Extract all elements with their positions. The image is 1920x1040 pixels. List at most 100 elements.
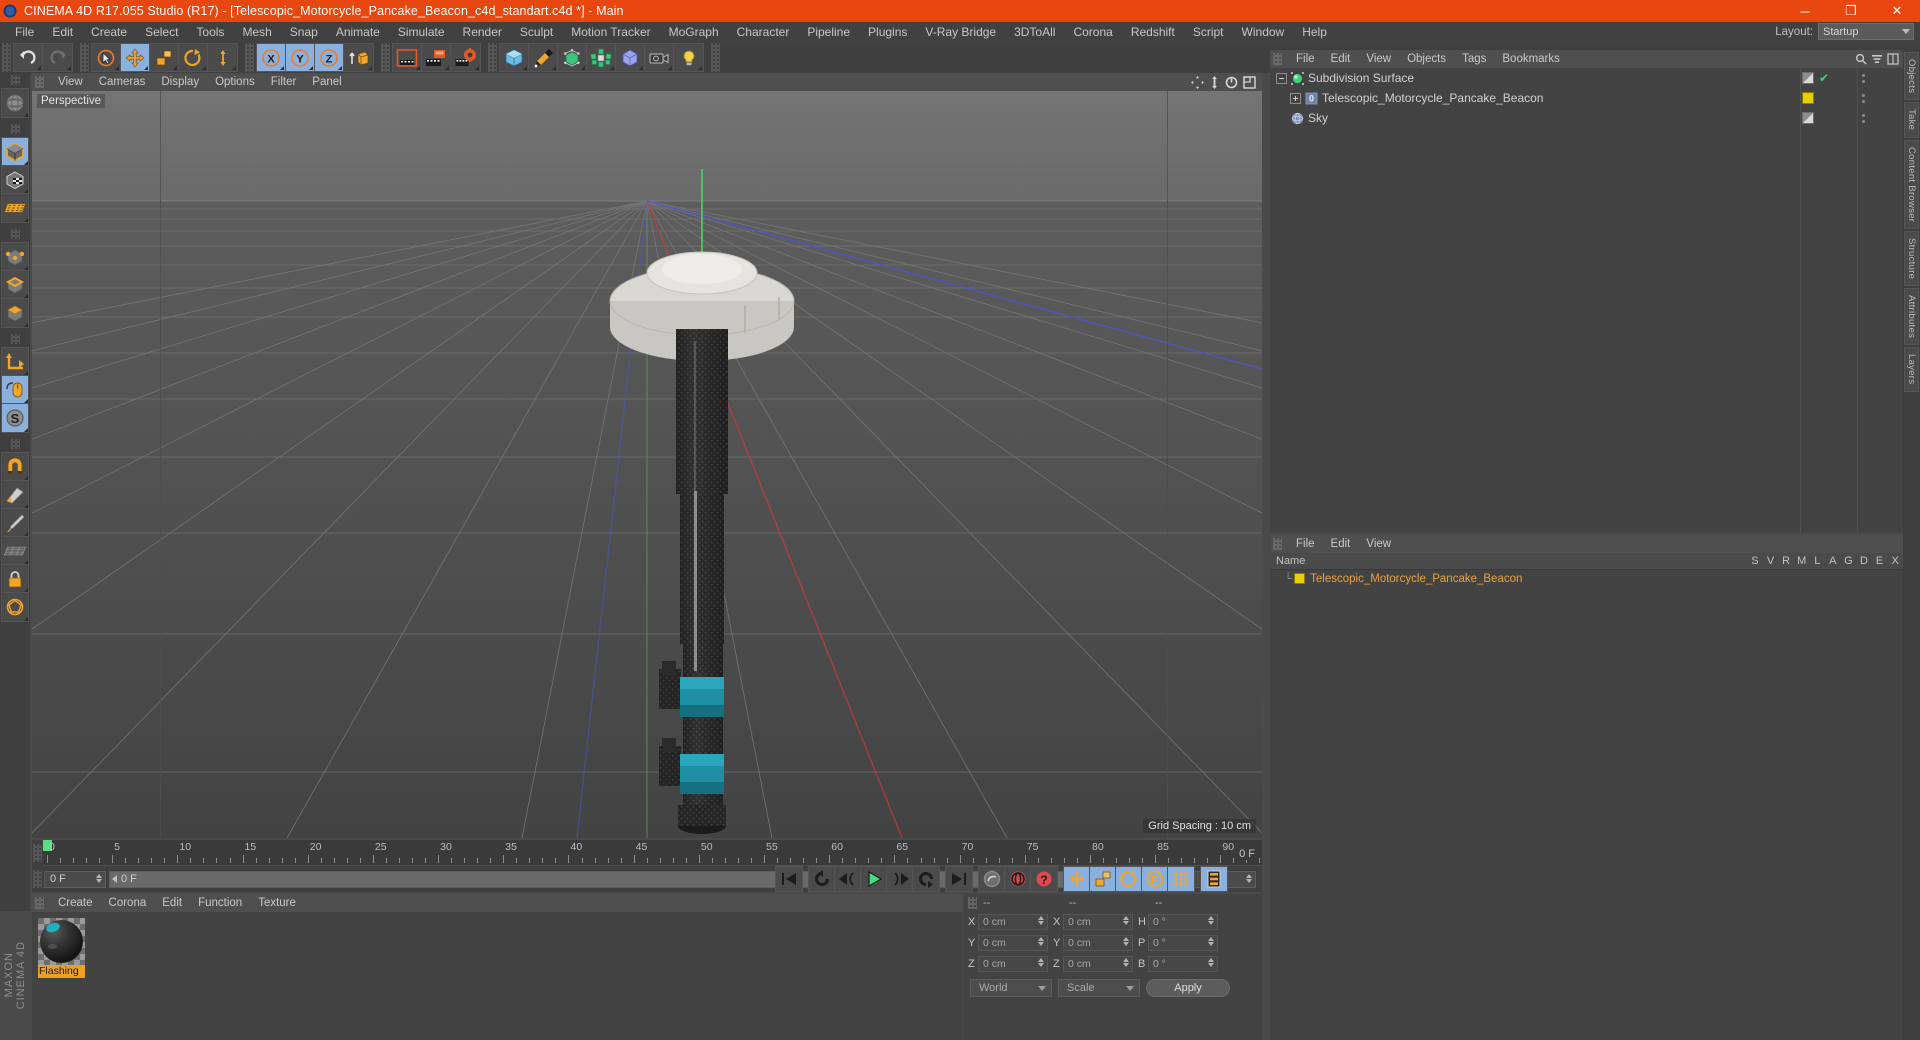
rotation-h-field[interactable]: 0 ° [1148,913,1218,930]
object-menu-file[interactable]: File [1288,50,1323,68]
toolbar-grip-icon[interactable] [488,43,497,72]
goto-start-icon[interactable] [776,867,802,891]
material-menu-corona[interactable]: Corona [101,894,155,912]
scale-key-icon[interactable] [1090,867,1116,891]
viewport-menu-options[interactable]: Options [207,73,263,91]
menu-item-animate[interactable]: Animate [327,22,389,42]
generator-nurbs-icon[interactable] [558,44,587,71]
lock-icon[interactable] [2,565,28,593]
render-view-icon[interactable] [393,44,422,71]
viewport-menu-filter[interactable]: Filter [263,73,305,91]
object-row[interactable]: Subdivision Surface ✔ [1270,68,1903,88]
viewport-3d[interactable]: Y Z X Perspective Grid Spacing : 10 cm [32,91,1262,838]
menu-item-character[interactable]: Character [728,22,799,42]
menu-item-motion-tracker[interactable]: Motion Tracker [562,22,659,42]
left-toolbar-grip-icon[interactable] [10,75,20,85]
material-item[interactable]: Flashing [38,918,85,978]
toolbar-grip-icon[interactable] [711,43,720,72]
expand-expander-icon[interactable] [1290,92,1301,104]
viewport-splitter-left[interactable] [160,91,161,838]
menu-item-render[interactable]: Render [454,22,511,42]
menu-item-mograph[interactable]: MoGraph [660,22,728,42]
edge-mode-icon[interactable] [2,271,28,299]
position-y-field[interactable]: 0 cm [978,934,1048,951]
dock-tab-layers[interactable]: Layers [1904,347,1919,392]
material-list[interactable]: Flashing [32,912,962,1040]
snap-enable-icon[interactable]: S [2,404,28,432]
next-key-icon[interactable] [913,867,939,891]
coordinate-system-dropdown[interactable]: World [970,979,1052,997]
menu-item-pipeline[interactable]: Pipeline [798,22,859,42]
move-icon[interactable] [121,44,150,71]
menu-item-edit[interactable]: Edit [43,22,82,42]
workplane-mode-icon[interactable] [2,194,28,222]
layout-toggle-icon[interactable] [1887,53,1899,65]
light-icon[interactable] [674,44,703,71]
z-axis-icon[interactable]: Z [315,44,344,71]
attribute-menu-view[interactable]: View [1358,535,1399,553]
record-active-objects-icon[interactable] [979,867,1005,891]
viewport-menu-panel[interactable]: Panel [304,73,349,91]
attribute-column-v[interactable]: V [1763,555,1779,567]
menu-item-script[interactable]: Script [1184,22,1233,42]
range-start-arrow-icon[interactable] [112,875,117,883]
array-deformer-icon[interactable] [587,44,616,71]
move-alt-icon[interactable] [208,44,237,71]
left-toolbar-grip-icon[interactable] [10,229,20,239]
size-mode-dropdown[interactable]: Scale [1058,979,1140,997]
texture-mode-icon[interactable] [2,166,28,194]
object-row[interactable]: Sky [1270,108,1903,128]
rotation-key-icon[interactable] [1116,867,1142,891]
redo-icon[interactable] [43,44,72,71]
visibility-check-icon[interactable]: ✔ [1819,71,1829,85]
attribute-menu-edit[interactable]: Edit [1323,535,1359,553]
coordinate-grip-icon[interactable] [968,897,977,909]
attribute-rows[interactable]: └Telescopic_Motorcycle_Pancake_BeaconK [1270,570,1903,587]
attribute-column-a[interactable]: A [1825,555,1841,567]
object-row[interactable]: 0 Telescopic_Motorcycle_Pancake_Beacon [1270,88,1903,108]
filter-icon[interactable] [1871,53,1883,65]
menu-item-v-ray-bridge[interactable]: V-Ray Bridge [916,22,1005,42]
menu-item-plugins[interactable]: Plugins [859,22,916,42]
close-button[interactable]: ✕ [1874,0,1920,22]
material-menu-edit[interactable]: Edit [154,894,190,912]
orbit-icon[interactable] [1225,76,1238,89]
toolbar-grip-icon[interactable] [80,43,89,72]
object-menu-tags[interactable]: Tags [1454,50,1494,68]
attribute-menu-file[interactable]: File [1288,535,1323,553]
attribute-column-d[interactable]: D [1856,555,1872,567]
pan-icon[interactable] [1191,75,1204,89]
dolly-icon[interactable] [1209,75,1220,89]
ngon-icon[interactable] [2,593,28,621]
layout-dropdown[interactable]: Startup [1818,23,1914,40]
magnet-icon[interactable] [2,453,28,481]
y-axis-icon[interactable]: Y [286,44,315,71]
menu-item-mesh[interactable]: Mesh [233,22,280,42]
maximize-viewport-icon[interactable] [1243,75,1256,89]
timeline-ruler[interactable]: 0 5 10 15 20 25 30 35 40 45 50 55 60 65 70 75 80 85 90 0 F [43,840,1262,866]
size-y-field[interactable]: 0 cm [1063,934,1133,951]
menu-item-3dtoall[interactable]: 3DToAll [1005,22,1064,42]
object-menu-edit[interactable]: Edit [1323,50,1359,68]
goto-end-icon[interactable] [946,867,972,891]
render-settings-icon[interactable] [451,44,480,71]
camera-icon[interactable] [645,44,674,71]
step-forward-icon[interactable] [887,867,913,891]
material-grip-icon[interactable] [35,897,44,909]
scale-icon[interactable] [150,44,179,71]
dock-tab-objects[interactable]: Objects [1904,52,1919,101]
material-menu-function[interactable]: Function [190,894,250,912]
menu-item-redshift[interactable]: Redshift [1122,22,1184,42]
size-z-field[interactable]: 0 cm [1063,955,1133,972]
point-mode-icon[interactable] [2,243,28,271]
dock-tab-attributes[interactable]: Attributes [1904,288,1919,346]
minimize-button[interactable]: ─ [1782,0,1828,22]
rotate-icon[interactable] [179,44,208,71]
object-manager-grip-icon[interactable] [1273,53,1282,65]
attribute-column-m[interactable]: M [1794,555,1810,567]
attribute-row[interactable]: └Telescopic_Motorcycle_Pancake_BeaconK [1270,570,1903,587]
render-picture-viewer-icon[interactable] [422,44,451,71]
toolbar-grip-icon[interactable] [2,43,11,72]
attribute-column-l[interactable]: L [1809,555,1825,567]
rotation-p-field[interactable]: 0 ° [1148,934,1218,951]
